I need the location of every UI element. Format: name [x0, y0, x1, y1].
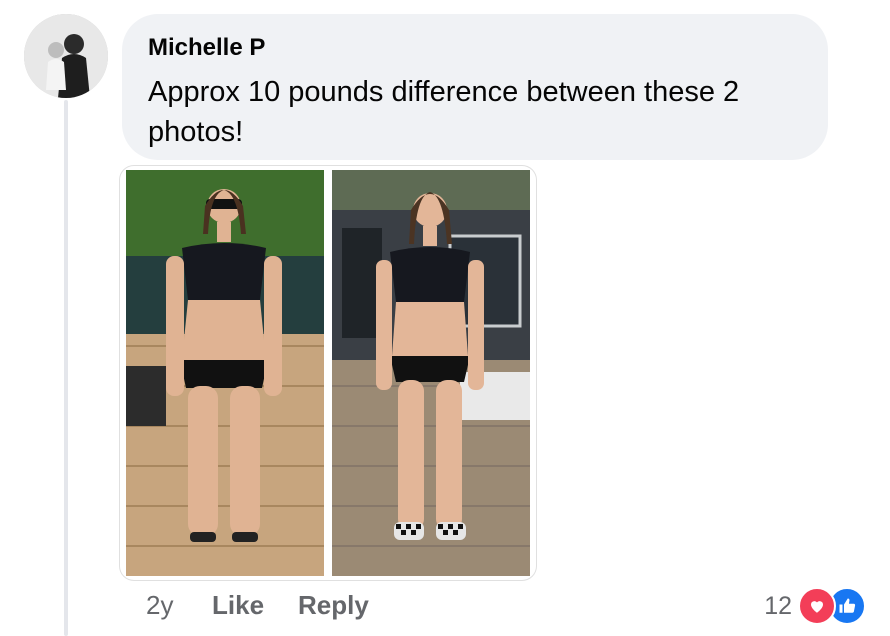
left-photo — [126, 170, 324, 576]
before-after-photo-image — [126, 166, 530, 580]
avatar[interactable] — [24, 14, 108, 98]
comment-text: Approx 10 pounds difference between thes… — [148, 76, 740, 148]
right-photo — [332, 170, 530, 576]
reaction-count: 12 — [764, 591, 792, 620]
heart-icon — [798, 587, 836, 625]
comment-age[interactable]: 2y — [146, 590, 173, 621]
reply-button[interactable]: Reply — [298, 590, 369, 621]
reactions-summary[interactable]: 12 — [764, 586, 866, 626]
like-button[interactable]: Like — [212, 590, 264, 621]
comment-author[interactable]: Michelle P — [148, 34, 265, 62]
avatar-photo — [24, 14, 108, 98]
comment-bubble: Michelle P Approx 10 pounds difference b… — [122, 14, 828, 160]
attached-photo[interactable] — [120, 166, 536, 580]
thread-line — [64, 100, 68, 636]
